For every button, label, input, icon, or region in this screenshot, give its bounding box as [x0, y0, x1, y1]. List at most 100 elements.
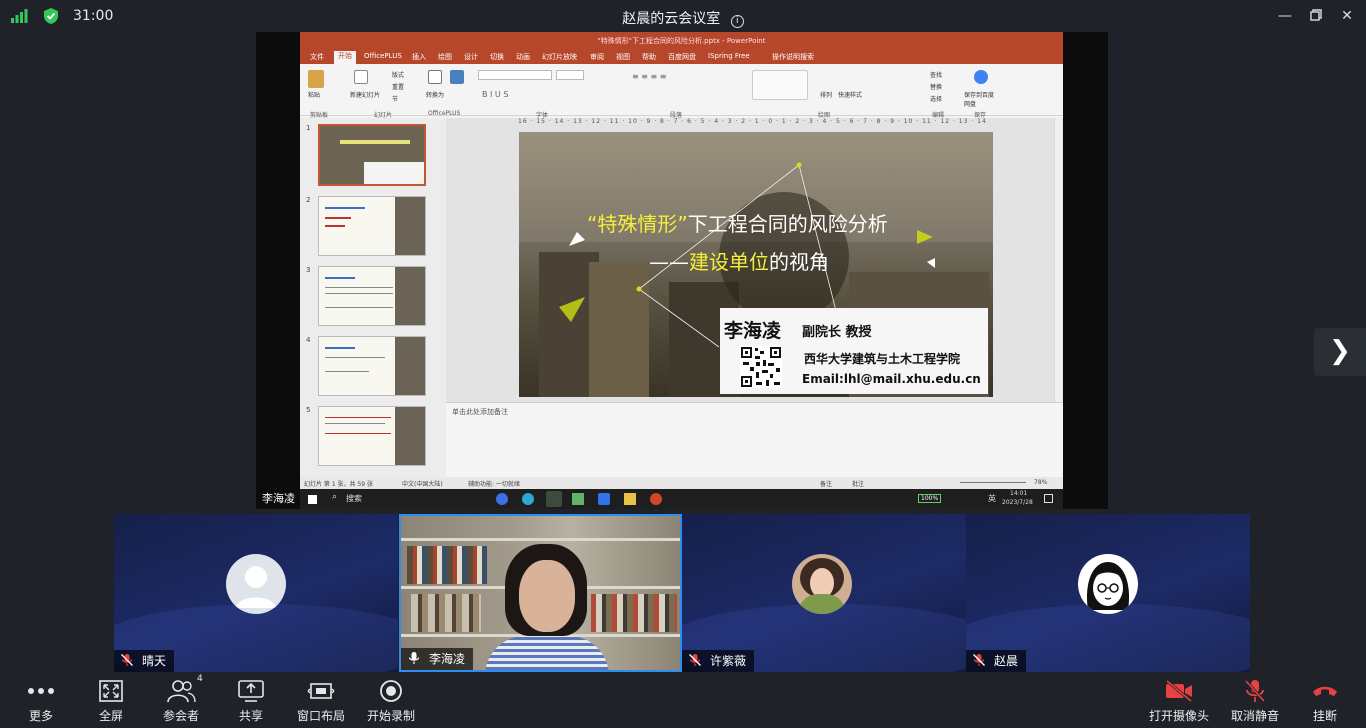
- layout-button[interactable]: 窗口布局: [289, 678, 353, 724]
- wechat-icon[interactable]: [546, 491, 562, 507]
- notification-icon[interactable]: [1044, 494, 1053, 503]
- meeting-title[interactable]: 赵晨的云会议室 i: [0, 8, 1366, 28]
- folder-icon[interactable]: [624, 493, 636, 505]
- next-page-chevron-icon[interactable]: ❯: [1314, 328, 1366, 376]
- baidu-cloud-icon[interactable]: [974, 70, 988, 84]
- minimize-icon[interactable]: —: [1274, 6, 1296, 26]
- mic-muted-icon: [121, 654, 133, 666]
- thumb-number: 1: [306, 124, 311, 132]
- ppt-tab[interactable]: 插入: [412, 52, 426, 62]
- fullscreen-button[interactable]: 全屏: [79, 678, 143, 724]
- unmute-label: 取消静音: [1230, 709, 1279, 723]
- ppt-tab[interactable]: 百度网盘: [668, 52, 696, 62]
- windows-start-icon[interactable]: [308, 495, 317, 504]
- paste-icon[interactable]: [308, 70, 324, 88]
- notes-toggle[interactable]: 备注: [820, 479, 832, 488]
- quick-style-label[interactable]: 快速样式: [838, 90, 862, 99]
- participant-name-tag: 李海凌: [401, 648, 474, 670]
- find-label[interactable]: 查找: [930, 70, 942, 79]
- current-slide[interactable]: “特殊情形”下工程合同的风险分析 ——建设单位的视角 李海凌 副院长 教授 西华…: [519, 132, 993, 397]
- powerpoint-icon[interactable]: [650, 493, 662, 505]
- font-select[interactable]: [478, 70, 552, 80]
- battery-indicator[interactable]: 100%: [918, 494, 942, 503]
- ppt-tab[interactable]: OfficePLUS: [364, 52, 402, 60]
- slide-thumbnail[interactable]: [318, 406, 426, 466]
- ime-indicator[interactable]: 英: [988, 493, 996, 504]
- ppt-tab[interactable]: 操作说明搜索: [772, 52, 814, 62]
- restore-icon[interactable]: [1305, 6, 1327, 26]
- taskbar-app-icon[interactable]: [496, 493, 508, 505]
- thumb-number: 4: [306, 336, 311, 344]
- vertical-scrollbar[interactable]: [1054, 118, 1062, 402]
- ppt-tab[interactable]: ISpring Free: [708, 52, 750, 60]
- ppt-tab[interactable]: 幻灯片放映: [542, 52, 577, 62]
- meeting-app-icon[interactable]: [598, 493, 610, 505]
- comments-toggle[interactable]: 批注: [852, 479, 864, 488]
- monitor-icon[interactable]: [572, 493, 584, 505]
- participant-name-tag: 许紫薇: [682, 650, 755, 672]
- officeplus-icon[interactable]: [428, 70, 442, 84]
- section-label[interactable]: 节: [392, 94, 398, 103]
- slide-subtitle: ——建设单位的视角: [649, 246, 829, 275]
- slide-thumbnail[interactable]: [318, 196, 426, 256]
- arrange-label[interactable]: 排列: [820, 90, 832, 99]
- slide-thumbnail-pane: 1 2 3 4 5: [300, 118, 446, 478]
- taskbar-search-icon[interactable]: ⌕: [332, 492, 337, 502]
- replace-label[interactable]: 替换: [930, 82, 942, 91]
- thumb-text: [340, 140, 410, 144]
- slide-thumbnail[interactable]: [318, 266, 426, 326]
- paragraph-buttons[interactable]: ≡ ≡ ≡ ≡: [632, 72, 666, 81]
- accessibility-status[interactable]: 辅助功能: 一切就绪: [468, 479, 520, 488]
- participant-tile[interactable]: 晴天: [114, 514, 398, 672]
- thumb-line: [325, 417, 391, 418]
- participants-button[interactable]: 4 参会者: [149, 674, 213, 724]
- slide-thumbnail[interactable]: [318, 124, 426, 186]
- zoom-level[interactable]: 78%: [1034, 479, 1047, 486]
- ppt-tab[interactable]: 帮助: [642, 52, 656, 62]
- close-icon[interactable]: ✕: [1336, 6, 1358, 26]
- select-label[interactable]: 选择: [930, 94, 942, 103]
- school-name: 西华大学建筑与土木工程学院: [804, 352, 961, 366]
- ppt-tab[interactable]: 切换: [490, 52, 504, 62]
- ppt-tab[interactable]: 文件: [310, 52, 324, 62]
- hangup-button[interactable]: 挂断: [1293, 678, 1357, 724]
- reset-label[interactable]: 重置: [392, 82, 404, 91]
- zoom-slider[interactable]: [960, 482, 1026, 483]
- ppt-ribbon: 粘贴 新建幻灯片 版式 重置 节 转换为 B I U S ≡ ≡ ≡ ≡ 排列 …: [300, 64, 1063, 119]
- ppt-tab[interactable]: 设计: [464, 52, 478, 62]
- participant-tile-active-speaker[interactable]: 李海凌: [399, 514, 682, 672]
- thumb-line: [325, 207, 365, 209]
- new-slide-icon[interactable]: [354, 70, 368, 84]
- participant-tile[interactable]: 赵晨: [966, 514, 1250, 672]
- taskbar-search[interactable]: 搜索: [346, 493, 362, 504]
- person-face: [519, 560, 575, 632]
- unmute-button[interactable]: 取消静音: [1222, 678, 1288, 724]
- ppt-tab[interactable]: 审阅: [590, 52, 604, 62]
- layout-label[interactable]: 版式: [392, 70, 404, 79]
- record-button[interactable]: 开始录制: [359, 678, 423, 724]
- slide-thumbnail[interactable]: [318, 336, 426, 396]
- ppt-tab[interactable]: 动画: [516, 52, 530, 62]
- font-size-select[interactable]: [556, 70, 584, 80]
- edge-icon[interactable]: [522, 493, 534, 505]
- ppt-tab[interactable]: 绘图: [438, 52, 452, 62]
- officeplus2-icon[interactable]: [450, 70, 464, 84]
- ppt-tab[interactable]: 视图: [616, 52, 630, 62]
- ppt-tab-active[interactable]: 开始: [334, 51, 356, 64]
- slide-title-rest: 下工程合同的风险分析: [687, 212, 888, 236]
- more-button[interactable]: 更多: [9, 678, 73, 724]
- books: [591, 594, 677, 632]
- group-officeplus: OfficePLUS: [428, 110, 461, 117]
- camera-button[interactable]: 打开摄像头: [1144, 678, 1214, 724]
- notes-pane[interactable]: 单击此处添加备注: [446, 402, 1063, 477]
- info-icon[interactable]: i: [730, 15, 744, 28]
- share-button[interactable]: 共享: [219, 678, 283, 724]
- slide-subtitle-highlight: 建设单位: [689, 250, 769, 274]
- shapes-gallery[interactable]: [752, 70, 808, 100]
- notes-placeholder: 单击此处添加备注: [452, 408, 508, 416]
- shared-screen: "特殊情形"下工程合同的风险分析.pptx - PowerPoint 文件 开始…: [256, 32, 1108, 509]
- participant-tile[interactable]: 许紫薇: [682, 514, 966, 672]
- thumb-line: [325, 293, 393, 294]
- font-style-buttons[interactable]: B I U S: [482, 90, 508, 99]
- thumb-line: [325, 357, 385, 358]
